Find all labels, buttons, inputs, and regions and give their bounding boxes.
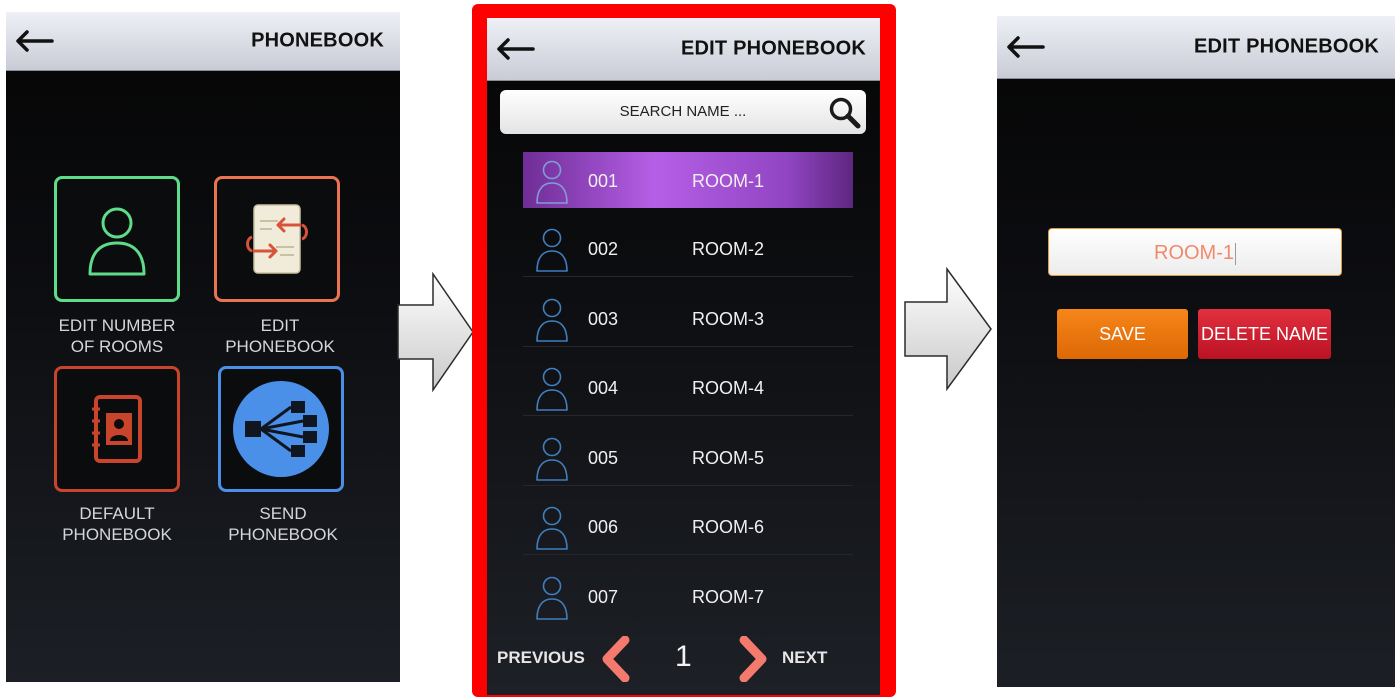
previous-button[interactable]: PREVIOUS — [497, 648, 585, 668]
person-icon — [536, 160, 568, 204]
search-placeholder: SEARCH NAME ... — [619, 103, 747, 120]
flow-arrow-icon — [397, 272, 474, 392]
edit-number-of-rooms-button[interactable] — [54, 176, 180, 302]
room-name: ROOM-1 — [692, 171, 764, 191]
room-list-item[interactable]: 005 ROOM-5 — [523, 429, 853, 486]
page-title: PHONEBOOK — [251, 29, 384, 52]
save-button[interactable]: SAVE — [1057, 309, 1188, 359]
room-list-item[interactable]: 007 ROOM-7 — [523, 568, 853, 624]
person-icon — [536, 228, 568, 272]
next-button[interactable]: NEXT — [782, 648, 827, 668]
page-title: EDIT PHONEBOOK — [680, 37, 866, 60]
room-list-item[interactable]: 006 ROOM-6 — [523, 498, 853, 555]
tile-label-edit-phonebook: EDIT PHONEBOOK — [225, 316, 335, 356]
phonebook-menu-screen: PHONEBOOK EDIT NUMBER OF ROOMS EDIT PHON… — [6, 12, 400, 682]
room-number: 001 — [588, 171, 619, 191]
room-name-field[interactable]: ROOM-1 — [1048, 228, 1342, 276]
tile-label-default-phonebook: DEFAULT PHONEBOOK — [62, 504, 172, 544]
edit-phonebook-list-screen: EDIT PHONEBOOK SEARCH NAME ... 001 ROOM-… — [472, 4, 896, 697]
room-number: 007 — [588, 587, 619, 607]
edit-document-icon — [246, 204, 308, 274]
person-icon — [536, 506, 568, 550]
room-list-item[interactable]: 001 ROOM-1 — [523, 152, 853, 208]
back-arrow-icon[interactable] — [1005, 36, 1045, 58]
room-list-item[interactable]: 004 ROOM-4 — [523, 359, 853, 416]
screen-content: EDIT PHONEBOOK SEARCH NAME ... 001 ROOM-… — [487, 18, 880, 695]
edit-name-screen: EDIT PHONEBOOK ROOM-1 SAVE DELETE NAME — [997, 16, 1395, 687]
room-number: 006 — [588, 517, 619, 537]
tile-label-send-phonebook: SEND PHONEBOOK — [228, 504, 338, 544]
person-icon — [536, 437, 568, 481]
person-icon — [536, 298, 568, 342]
address-book-icon — [92, 395, 142, 463]
room-number: 005 — [588, 448, 619, 468]
room-name: ROOM-7 — [692, 587, 764, 607]
send-phonebook-button[interactable] — [218, 366, 344, 492]
delete-name-button[interactable]: DELETE NAME — [1198, 309, 1331, 359]
share-network-icon — [233, 381, 329, 477]
top-bar: EDIT PHONEBOOK — [997, 16, 1395, 79]
room-number: 002 — [588, 239, 619, 259]
search-icon[interactable] — [827, 95, 861, 129]
back-arrow-icon[interactable] — [495, 38, 535, 60]
tile-label-edit-number-of-rooms: EDIT NUMBER OF ROOMS — [58, 316, 176, 356]
flow-arrow-icon — [904, 267, 992, 391]
room-name: ROOM-4 — [692, 378, 764, 398]
edit-phonebook-button[interactable] — [214, 176, 340, 302]
room-name: ROOM-6 — [692, 517, 764, 537]
top-bar: PHONEBOOK — [6, 12, 400, 71]
page-number: 1 — [675, 640, 692, 673]
chevron-right-icon[interactable] — [736, 636, 770, 682]
search-input[interactable]: SEARCH NAME ... — [500, 90, 866, 134]
room-name: ROOM-3 — [692, 309, 764, 329]
room-number: 003 — [588, 309, 619, 329]
person-icon — [536, 367, 568, 411]
person-icon — [536, 576, 568, 620]
room-number: 004 — [588, 378, 619, 398]
room-name: ROOM-5 — [692, 448, 764, 468]
chevron-left-icon[interactable] — [599, 636, 633, 682]
room-name-value: ROOM-1 — [1154, 242, 1236, 265]
default-phonebook-button[interactable] — [54, 366, 180, 492]
page-title: EDIT PHONEBOOK — [1193, 35, 1379, 58]
back-arrow-icon[interactable] — [14, 30, 54, 52]
text-cursor — [1235, 242, 1236, 265]
top-bar: EDIT PHONEBOOK — [487, 18, 880, 81]
person-icon — [88, 207, 146, 276]
room-list-item[interactable]: 003 ROOM-3 — [523, 290, 853, 347]
room-name: ROOM-2 — [692, 239, 764, 259]
room-list-item[interactable]: 002 ROOM-2 — [523, 220, 853, 277]
